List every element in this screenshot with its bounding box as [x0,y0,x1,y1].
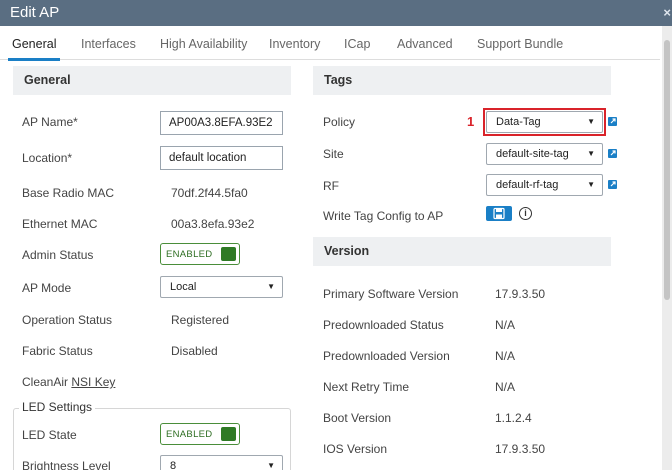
toggle-knob [221,247,236,261]
caret-down-icon: ▼ [267,282,275,291]
primary-software-version-label: Primary Software Version [323,287,459,301]
policy-label: Policy [323,115,356,129]
caret-down-icon: ▼ [587,180,595,189]
cleanair-text: CleanAir [22,375,69,389]
ap-name-input[interactable] [160,111,283,135]
led-settings-legend: LED Settings [19,400,96,414]
ios-version-value: 17.9.3.50 [495,442,546,456]
callout-number: 1 [467,114,475,129]
tab-general[interactable]: General [7,37,62,61]
policy-tag-select[interactable]: Data-Tag ▼ [486,111,603,133]
led-state-toggle[interactable]: ENABLED [160,423,240,445]
ap-mode-select[interactable]: Local ▼ [160,276,283,298]
window-title: Edit AP [10,4,60,21]
predownloaded-status-label: Predownloaded Status [323,318,444,332]
fabric-status-label: Fabric Status [22,344,93,358]
brightness-level-select[interactable]: 8 ▼ [160,455,283,470]
general-section-heading: General [13,66,291,95]
save-icon[interactable] [486,206,512,221]
caret-down-icon: ▼ [587,149,595,158]
primary-software-version-value: 17.9.3.50 [495,287,546,301]
tab-high-availability[interactable]: High Availability [160,37,247,51]
brightness-level-label: Brightness Level [22,459,111,470]
rf-label: RF [323,179,339,193]
predownloaded-version-label: Predownloaded Version [323,349,450,363]
next-retry-time-label: Next Retry Time [323,380,410,394]
site-tag-selected-value: default-site-tag [496,148,569,160]
toggle-knob [221,427,236,441]
tab-icap[interactable]: ICap [344,37,370,51]
external-link-icon[interactable] [608,117,617,126]
led-state-label: LED State [22,428,77,442]
ios-version-label: IOS Version [323,442,388,456]
next-retry-time-value: N/A [495,380,516,394]
tab-support-bundle[interactable]: Support Bundle [477,37,563,51]
led-state-toggle-text: ENABLED [166,429,213,440]
boot-version-label: Boot Version [323,411,392,425]
ap-mode-label: AP Mode [22,281,72,295]
operation-status-value: Registered [171,313,230,327]
scrollbar-thumb[interactable] [664,40,670,300]
admin-status-toggle-text: ENABLED [166,249,213,260]
ap-mode-selected-value: Local [170,281,197,293]
admin-status-label: Admin Status [22,248,94,262]
tab-interfaces[interactable]: Interfaces [81,37,136,51]
ap-name-label: AP Name* [22,115,78,129]
ethernet-mac-label: Ethernet MAC [22,217,98,231]
external-link-icon[interactable] [608,149,617,158]
caret-down-icon: ▼ [267,461,275,470]
admin-status-toggle[interactable]: ENABLED [160,243,240,265]
nsi-key-link[interactable]: NSI Key [71,375,115,389]
rf-tag-selected-value: default-rf-tag [496,179,559,191]
tab-bar: General Interfaces High Availability Inv… [0,26,660,61]
site-tag-select[interactable]: default-site-tag ▼ [486,143,603,165]
location-label: Location* [22,151,73,165]
window-titlebar: Edit AP × [0,0,672,26]
operation-status-label: Operation Status [22,313,113,327]
cleanair-label: CleanAir NSI Key [22,375,115,389]
tab-advanced[interactable]: Advanced [397,37,453,51]
caret-down-icon: ▼ [587,117,595,126]
policy-tag-selected-value: Data-Tag [496,116,541,128]
close-icon[interactable]: × [663,5,671,20]
write-tag-config-label: Write Tag Config to AP [323,209,444,223]
external-link-icon[interactable] [608,180,617,189]
location-input[interactable] [160,146,283,170]
boot-version-value: 1.1.2.4 [495,411,532,425]
base-radio-mac-value: 70df.2f44.5fa0 [171,186,248,200]
predownloaded-version-value: N/A [495,349,516,363]
info-icon[interactable]: i [519,207,532,220]
fabric-status-value: Disabled [171,344,218,358]
predownloaded-status-value: N/A [495,318,516,332]
rf-tag-select[interactable]: default-rf-tag ▼ [486,174,603,196]
base-radio-mac-label: Base Radio MAC [22,186,115,200]
brightness-level-selected-value: 8 [170,460,177,470]
version-section-heading: Version [313,237,611,266]
tab-inventory[interactable]: Inventory [269,37,320,51]
tags-section-heading: Tags [313,66,611,95]
vertical-scrollbar[interactable] [662,26,672,470]
site-label: Site [323,147,344,161]
ethernet-mac-value: 00a3.8efa.93e2 [171,217,255,231]
